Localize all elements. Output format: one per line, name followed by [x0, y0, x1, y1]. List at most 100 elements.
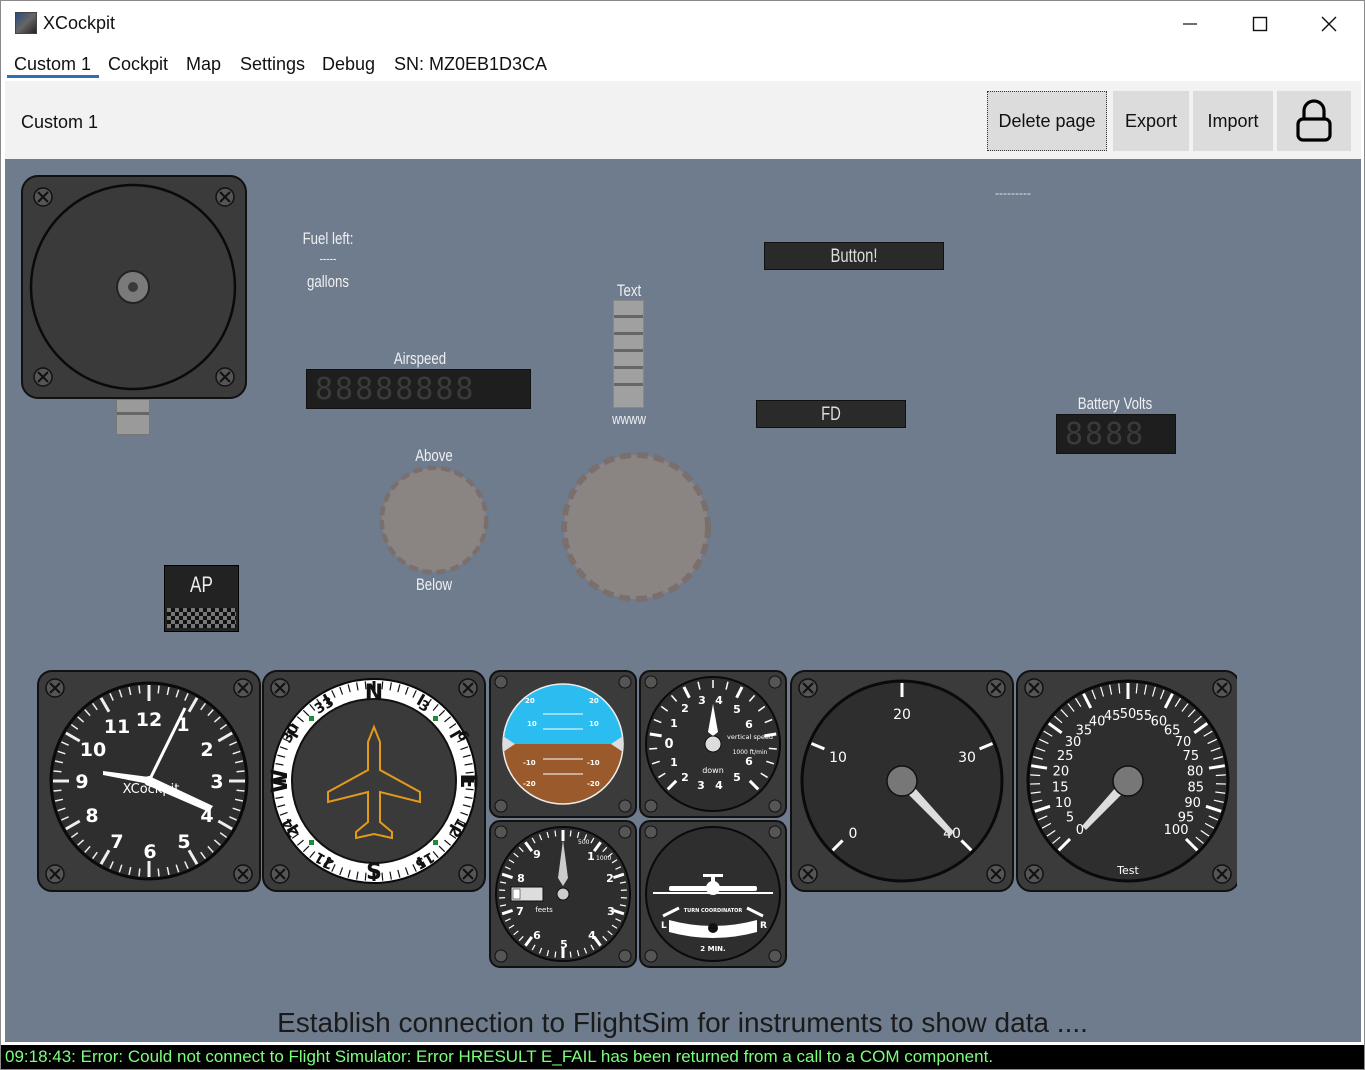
att-label-m20r: -20	[587, 780, 600, 788]
export-button[interactable]: Export	[1113, 91, 1189, 151]
title-bar: XCockpit	[1, 1, 1364, 47]
fd-button[interactable]: FD	[756, 400, 906, 428]
alt-500: 500	[578, 839, 590, 846]
page-toolbar: Custom 1 Delete page Export Import	[5, 81, 1361, 159]
battery-title: Battery Volts	[1077, 394, 1153, 413]
log-bar: 09:18:43: Error: Could not connect to Fl…	[1, 1045, 1364, 1069]
lock-button[interactable]	[1277, 91, 1351, 151]
battery-digits: 8888	[1065, 417, 1146, 452]
g40-30: 30	[958, 750, 976, 766]
minimize-button[interactable]	[1155, 1, 1225, 47]
below-label: Below	[415, 575, 453, 594]
alt-2: 2	[606, 872, 614, 885]
g40-10: 10	[829, 750, 847, 766]
tick-mark	[53, 770, 62, 773]
fuel-value: -----	[319, 251, 337, 266]
app-title: XCockpit	[43, 13, 116, 33]
tick-mark	[649, 747, 658, 750]
tick-mark	[569, 830, 572, 837]
close-icon	[1321, 16, 1337, 32]
tick-mark	[236, 789, 245, 792]
g100-label: 85	[1188, 780, 1205, 795]
vsi-4u: 4	[715, 694, 723, 707]
import-button[interactable]: Import	[1193, 91, 1273, 151]
knob-switch-stub[interactable]	[116, 399, 150, 435]
small-rotary-knob[interactable]	[379, 465, 489, 575]
app-window: XCockpit Custom 1 Cockpit Map Settings D…	[0, 0, 1365, 1070]
maximize-button[interactable]	[1225, 1, 1295, 47]
app-icon	[15, 12, 37, 34]
lock-icon	[1296, 99, 1332, 142]
custom-button[interactable]: Button!	[764, 242, 944, 270]
tab-debug[interactable]: Debug	[322, 54, 375, 75]
text-slider[interactable]	[613, 300, 644, 408]
tab-settings[interactable]: Settings	[240, 54, 305, 75]
tick-mark	[157, 868, 160, 877]
clock-num-1: 1	[176, 714, 189, 736]
clock-num-3: 3	[210, 771, 223, 793]
alt-8: 8	[517, 872, 525, 885]
g100-label: 20	[1053, 764, 1070, 779]
vsi-3u: 3	[698, 694, 706, 707]
vsi-6d: 6	[745, 755, 753, 768]
tick-mark	[381, 872, 384, 881]
tick-mark	[138, 868, 141, 877]
clock-num-9: 9	[75, 771, 88, 793]
att-label-m10r: -10	[587, 759, 600, 767]
g100-title: Test	[1116, 864, 1139, 877]
large-rotary-knob[interactable]	[560, 451, 712, 603]
delete-page-button[interactable]: Delete page	[987, 91, 1107, 151]
rotary-knob-panel[interactable]	[21, 175, 247, 401]
tick-mark	[364, 681, 367, 690]
vsi-1u: 1	[670, 717, 678, 730]
tick-mark	[138, 685, 141, 694]
g100-label: 10	[1055, 796, 1072, 811]
tick-mark	[381, 681, 384, 690]
alt-3: 3	[607, 905, 615, 918]
att-label-20r: 20	[589, 697, 599, 705]
clock-num-11: 11	[104, 716, 130, 738]
tab-cockpit[interactable]: Cockpit	[108, 54, 168, 75]
g100-label: 15	[1052, 780, 1069, 795]
turn-left-label: L	[661, 921, 667, 931]
alt-1: 1	[587, 850, 595, 863]
heading-indicator: N 3 6 E 12 15 S 21 24 W 30 33	[262, 670, 486, 892]
above-label: Above	[415, 446, 453, 465]
g100-label: 50	[1120, 707, 1137, 722]
tick-mark	[236, 770, 245, 773]
att-label-10r: 10	[589, 720, 599, 728]
clock-num-7: 7	[110, 831, 123, 853]
alt-unit: feets	[535, 906, 553, 914]
g100-label: 100	[1164, 823, 1189, 838]
vertical-speed-indicator: 0 1 2 3 4 5 6 1 2 3 4 5 6 down vertical …	[639, 670, 787, 818]
tick-mark	[1215, 774, 1226, 777]
tick-mark	[569, 951, 572, 958]
alt-4: 4	[588, 929, 596, 942]
clock-num-5: 5	[177, 831, 190, 853]
tab-custom-1[interactable]: Custom 1	[14, 54, 91, 75]
alt-1000: 1000	[596, 855, 611, 862]
tick-mark	[649, 732, 662, 738]
altimeter: 2 3 4 5 6 7 8 9 1 500 1000 feets	[489, 820, 637, 968]
active-tab-indicator	[7, 75, 99, 78]
fd-label: FD	[821, 404, 841, 425]
tick-mark	[157, 685, 160, 694]
g40-0: 0	[849, 826, 858, 842]
turn-right-label: R	[760, 921, 767, 931]
att-label-10l: 10	[527, 720, 537, 728]
g100-label: 25	[1057, 749, 1074, 764]
menu-bar: Custom 1 Cockpit Map Settings Debug SN: …	[1, 47, 1364, 81]
alt-9: 9	[533, 848, 541, 861]
tick-mark	[1030, 774, 1041, 777]
att-label-20l: 20	[525, 697, 535, 705]
tab-map[interactable]: Map	[186, 54, 221, 75]
vsi-5u: 5	[733, 703, 741, 716]
close-button[interactable]	[1294, 1, 1364, 47]
alt-5: 5	[560, 938, 568, 951]
tick-mark	[465, 788, 474, 791]
gauge-0-100: 051015202530354045 50 55606570758085909510…	[1016, 670, 1237, 892]
battery-display: 8888	[1056, 414, 1176, 454]
alt-7: 7	[516, 905, 524, 918]
ap-label: AP	[190, 572, 213, 597]
ap-button[interactable]: AP	[164, 565, 239, 632]
